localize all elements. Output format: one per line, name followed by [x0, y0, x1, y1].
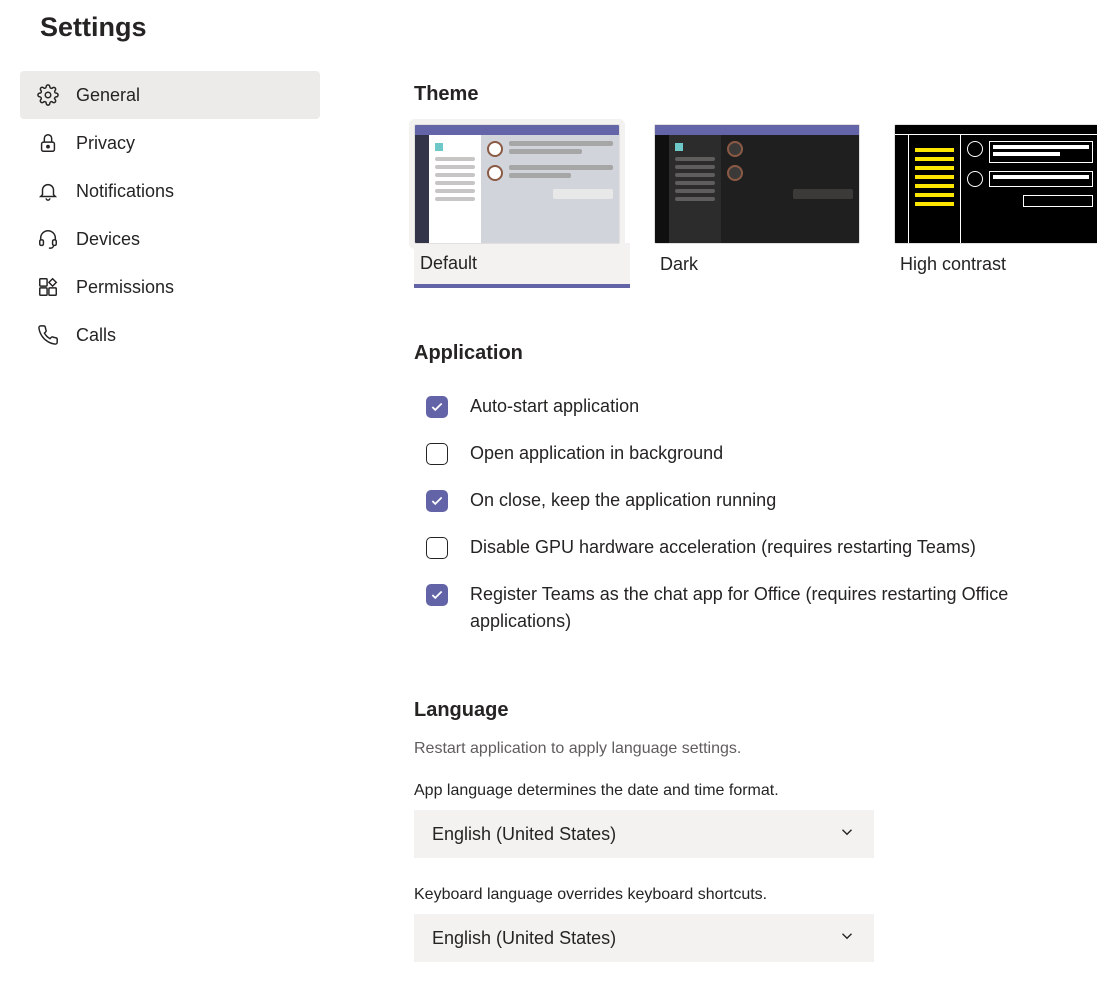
checkbox-open-background[interactable]	[426, 443, 448, 465]
section-title-language: Language	[414, 699, 1097, 722]
checkbox-label: Open application in background	[470, 440, 1097, 467]
chevron-down-icon	[838, 927, 856, 950]
section-language: Language Restart application to apply la…	[414, 699, 1097, 962]
section-application: Application Auto-start application Open …	[414, 342, 1097, 645]
sidebar-item-label: Permissions	[76, 277, 174, 298]
checkbox-register-chat[interactable]	[426, 584, 448, 606]
sidebar-item-permissions[interactable]: Permissions	[20, 263, 320, 311]
sidebar-item-calls[interactable]: Calls	[20, 311, 320, 359]
keyboard-language-value: English (United States)	[432, 928, 616, 949]
theme-preview-default	[414, 124, 620, 244]
language-restart-note: Restart application to apply language se…	[414, 740, 1097, 758]
check-row-autostart[interactable]: Auto-start application	[414, 383, 1097, 430]
sidebar-item-general[interactable]: General	[20, 71, 320, 119]
checkbox-disable-gpu[interactable]	[426, 537, 448, 559]
bell-icon	[36, 179, 60, 203]
checkbox-label: Auto-start application	[470, 393, 1097, 420]
check-row-open-background[interactable]: Open application in background	[414, 430, 1097, 477]
keyboard-language-select[interactable]: English (United States)	[414, 914, 874, 962]
section-title-application: Application	[414, 342, 1097, 365]
theme-preview-high-contrast	[894, 124, 1097, 244]
theme-option-dark[interactable]: Dark	[654, 124, 870, 288]
sidebar-item-privacy[interactable]: Privacy	[20, 119, 320, 167]
sidebar-item-devices[interactable]: Devices	[20, 215, 320, 263]
checkbox-label: Register Teams as the chat app for Offic…	[470, 581, 1097, 635]
settings-sidebar: General Privacy Notifications Devices	[20, 71, 320, 962]
lock-icon	[36, 131, 60, 155]
check-row-register-chat[interactable]: Register Teams as the chat app for Offic…	[414, 571, 1097, 645]
sidebar-item-label: Notifications	[76, 181, 174, 202]
keyboard-language-note: Keyboard language overrides keyboard sho…	[414, 886, 1097, 904]
headset-icon	[36, 227, 60, 251]
sidebar-item-label: General	[76, 85, 140, 106]
chevron-down-icon	[838, 823, 856, 846]
apps-icon	[36, 275, 60, 299]
section-title-theme: Theme	[414, 83, 1097, 106]
theme-label: Default	[414, 243, 630, 288]
section-theme: Theme Default	[414, 83, 1097, 288]
theme-label: High contrast	[894, 244, 1097, 285]
sidebar-item-notifications[interactable]: Notifications	[20, 167, 320, 215]
sidebar-item-label: Calls	[76, 325, 116, 346]
sidebar-item-label: Devices	[76, 229, 140, 250]
check-row-disable-gpu[interactable]: Disable GPU hardware acceleration (requi…	[414, 524, 1097, 571]
app-language-value: English (United States)	[432, 824, 616, 845]
checkbox-label: On close, keep the application running	[470, 487, 1097, 514]
page-title: Settings	[40, 12, 1057, 43]
checkbox-label: Disable GPU hardware acceleration (requi…	[470, 534, 1097, 561]
theme-label: Dark	[654, 244, 870, 285]
check-row-keep-running[interactable]: On close, keep the application running	[414, 477, 1097, 524]
theme-preview-dark	[654, 124, 860, 244]
theme-option-high-contrast[interactable]: High contrast	[894, 124, 1097, 288]
checkbox-keep-running[interactable]	[426, 490, 448, 512]
theme-option-default[interactable]: Default	[414, 124, 630, 288]
sidebar-item-label: Privacy	[76, 133, 135, 154]
app-language-note: App language determines the date and tim…	[414, 782, 1097, 800]
app-language-select[interactable]: English (United States)	[414, 810, 874, 858]
phone-icon	[36, 323, 60, 347]
checkbox-autostart[interactable]	[426, 396, 448, 418]
gear-icon	[36, 83, 60, 107]
